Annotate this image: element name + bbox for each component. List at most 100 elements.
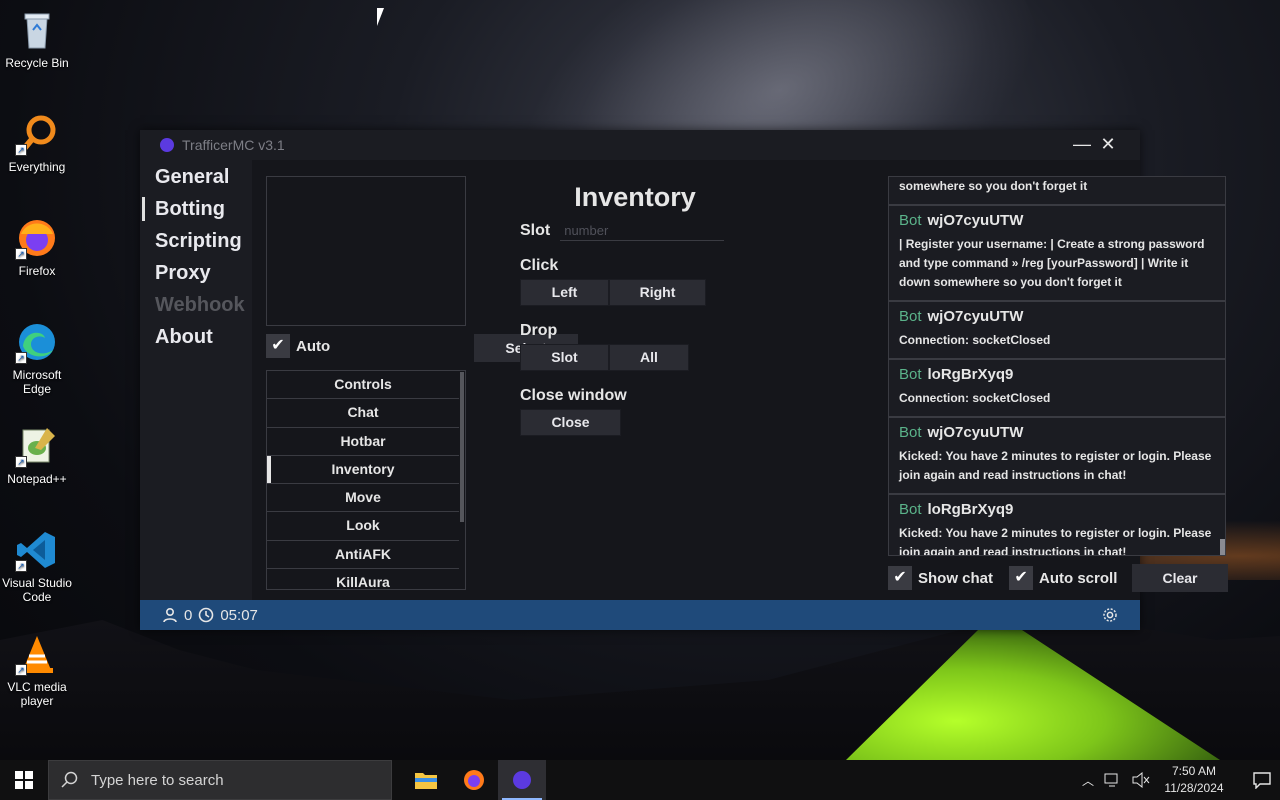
log-entry: Bot loRgBrXyq9 Kicked: You have 2 minutes… <box>889 495 1225 556</box>
shortcut-arrow-icon: ↗ <box>15 560 27 572</box>
nav-proxy[interactable]: Proxy <box>140 257 252 289</box>
log-bot-name: wjO7cyuUTW <box>927 424 1024 441</box>
nav-about[interactable]: About <box>140 321 252 353</box>
shortcut-arrow-icon: ↗ <box>15 664 27 676</box>
vscode-icon: ↗ <box>15 528 59 572</box>
click-left-button[interactable]: Left <box>520 279 609 306</box>
close-window-icon[interactable]: ✕ <box>1096 134 1120 155</box>
nav-webhook[interactable]: Webhook <box>140 289 252 321</box>
firefox-icon <box>464 770 484 790</box>
chat-log[interactable]: somewhere so you don't forget it Bot wjO7… <box>888 176 1226 556</box>
system-tray: ︿ 7:50 AM 11/28/2024 <box>1082 763 1280 797</box>
tab-list-scrollbar[interactable] <box>460 372 464 522</box>
tab-look[interactable]: Look <box>267 512 459 541</box>
sidebar-nav: General Botting Scripting Proxy Webhook … <box>140 160 252 600</box>
volume-muted-icon[interactable] <box>1132 772 1150 788</box>
nav-botting[interactable]: Botting <box>140 193 252 225</box>
edge-icon: ↗ <box>15 320 59 364</box>
desktop-icon-label: Firefox <box>18 264 56 278</box>
bot-count: 0 <box>184 606 193 624</box>
auto-toggle[interactable]: ✔ Auto <box>266 334 330 358</box>
desktop-icon-recycle-bin[interactable]: Recycle Bin <box>2 8 72 70</box>
desktop-icon-label: Recycle Bin <box>5 56 69 70</box>
desktop-icon-everything[interactable]: ↗ Everything <box>2 112 72 174</box>
slot-input[interactable] <box>560 221 725 241</box>
clock-icon <box>199 607 214 623</box>
tab-chat[interactable]: Chat <box>267 399 459 428</box>
app-title: TrafficerMC v3.1 <box>182 137 285 153</box>
desktop: Recycle Bin ↗ Everything ↗ Firefox ↗ Mic… <box>0 0 1280 760</box>
desktop-icon-edge[interactable]: ↗ Microsoft Edge <box>2 320 72 396</box>
notepadpp-icon: ↗ <box>15 424 59 468</box>
desktop-icon-vlc[interactable]: ↗ VLC media player <box>2 632 72 708</box>
log-entry: Bot wjO7cyuUTW Connection: socketClosed <box>889 302 1225 360</box>
taskbar-firefox[interactable] <box>450 760 498 800</box>
desktop-icon-label: Visual Studio Code <box>2 576 72 604</box>
desktop-icon-label: Microsoft Edge <box>12 368 62 396</box>
vlc-icon: ↗ <box>15 632 59 676</box>
drop-all-button[interactable]: All <box>609 344 689 371</box>
auto-label: Auto <box>296 337 331 355</box>
tab-killaura[interactable]: KillAura <box>267 569 459 589</box>
uptime-timer: 05:07 <box>220 606 258 624</box>
main-content: ✔ Auto Select Controls Chat Hotbar Inven… <box>252 160 1228 600</box>
chevron-up-icon[interactable]: ︿ <box>1082 772 1094 789</box>
user-icon <box>163 607 177 623</box>
log-text: Connection: socketClosed <box>899 391 1051 405</box>
log-bot-name: wjO7cyuUTW <box>927 212 1024 229</box>
nav-general[interactable]: General <box>140 161 252 193</box>
taskbar-file-explorer[interactable] <box>402 760 450 800</box>
app-window: TrafficerMC v3.1 — ✕ General Botting Scr… <box>140 130 1228 630</box>
drop-slot-button[interactable]: Slot <box>520 344 609 371</box>
clear-button[interactable]: Clear <box>1132 564 1228 592</box>
log-bot-name: loRgBrXyq9 <box>927 366 1014 383</box>
gear-icon[interactable] <box>1102 607 1118 623</box>
clock-date: 11/28/2024 <box>1164 781 1224 795</box>
log-tag: Bot <box>899 501 922 518</box>
auto-checkbox[interactable]: ✔ <box>266 334 290 358</box>
taskbar-trafficermc[interactable] <box>498 760 546 800</box>
start-button[interactable] <box>0 760 48 800</box>
taskbar-clock[interactable]: 7:50 AM 11/28/2024 <box>1160 763 1228 797</box>
network-icon[interactable] <box>1104 772 1122 788</box>
tab-move[interactable]: Move <box>267 484 459 513</box>
nav-scripting[interactable]: Scripting <box>140 225 252 257</box>
everything-icon: ↗ <box>15 112 59 156</box>
notifications-icon[interactable] <box>1252 771 1272 789</box>
taskbar-search-box[interactable]: Type here to search <box>48 760 392 800</box>
show-chat-checkbox[interactable]: ✔ <box>888 566 912 590</box>
search-placeholder: Type here to search <box>91 771 224 789</box>
shortcut-arrow-icon: ↗ <box>15 352 27 364</box>
tab-controls[interactable]: Controls <box>267 371 459 400</box>
desktop-icon-notepadpp[interactable]: ↗ Notepad++ <box>2 424 72 486</box>
title-bar[interactable]: TrafficerMC v3.1 <box>140 130 1140 160</box>
minimize-icon[interactable]: — <box>1070 134 1094 155</box>
status-bar: 0 05:07 <box>140 600 1140 630</box>
folder-icon <box>415 773 437 789</box>
slot-label: Slot <box>520 222 551 239</box>
shortcut-arrow-icon: ↗ <box>15 456 27 468</box>
bot-preview <box>266 176 466 326</box>
close-inventory-button[interactable]: Close <box>520 409 621 436</box>
taskbar: Type here to search ︿ 7:50 AM 11/28/2024 <box>0 760 1280 800</box>
drop-label: Drop <box>520 322 558 339</box>
chat-log-scrollbar[interactable] <box>1220 539 1225 555</box>
mouse-cursor-icon <box>377 8 391 26</box>
click-right-button[interactable]: Right <box>609 279 706 306</box>
desktop-icon-label: VLC media player <box>7 680 67 708</box>
log-bot-name: wjO7cyuUTW <box>927 308 1024 325</box>
tab-hotbar[interactable]: Hotbar <box>267 428 459 456</box>
chat-controls: ✔ Show chat ✔ Auto scroll Clear <box>888 564 1228 592</box>
log-text: | Register your username: | Create a str… <box>899 237 1205 289</box>
tab-inventory[interactable]: Inventory <box>267 455 459 485</box>
log-tag: Bot <box>899 308 922 325</box>
feature-tab-list: Controls Chat Hotbar Inventory Move Look… <box>266 370 466 590</box>
desktop-icon-firefox[interactable]: ↗ Firefox <box>2 216 72 278</box>
auto-scroll-checkbox[interactable]: ✔ <box>1009 566 1034 590</box>
log-tag: Bot <box>899 424 922 441</box>
desktop-icon-vscode[interactable]: ↗ Visual Studio Code <box>2 528 72 604</box>
log-text: Kicked: You have 2 minutes to register o… <box>899 526 1212 556</box>
desktop-icon-label: Notepad++ <box>7 472 67 486</box>
tab-antiafk[interactable]: AntiAFK <box>267 541 459 570</box>
desktop-icon-label: Everything <box>8 160 66 174</box>
